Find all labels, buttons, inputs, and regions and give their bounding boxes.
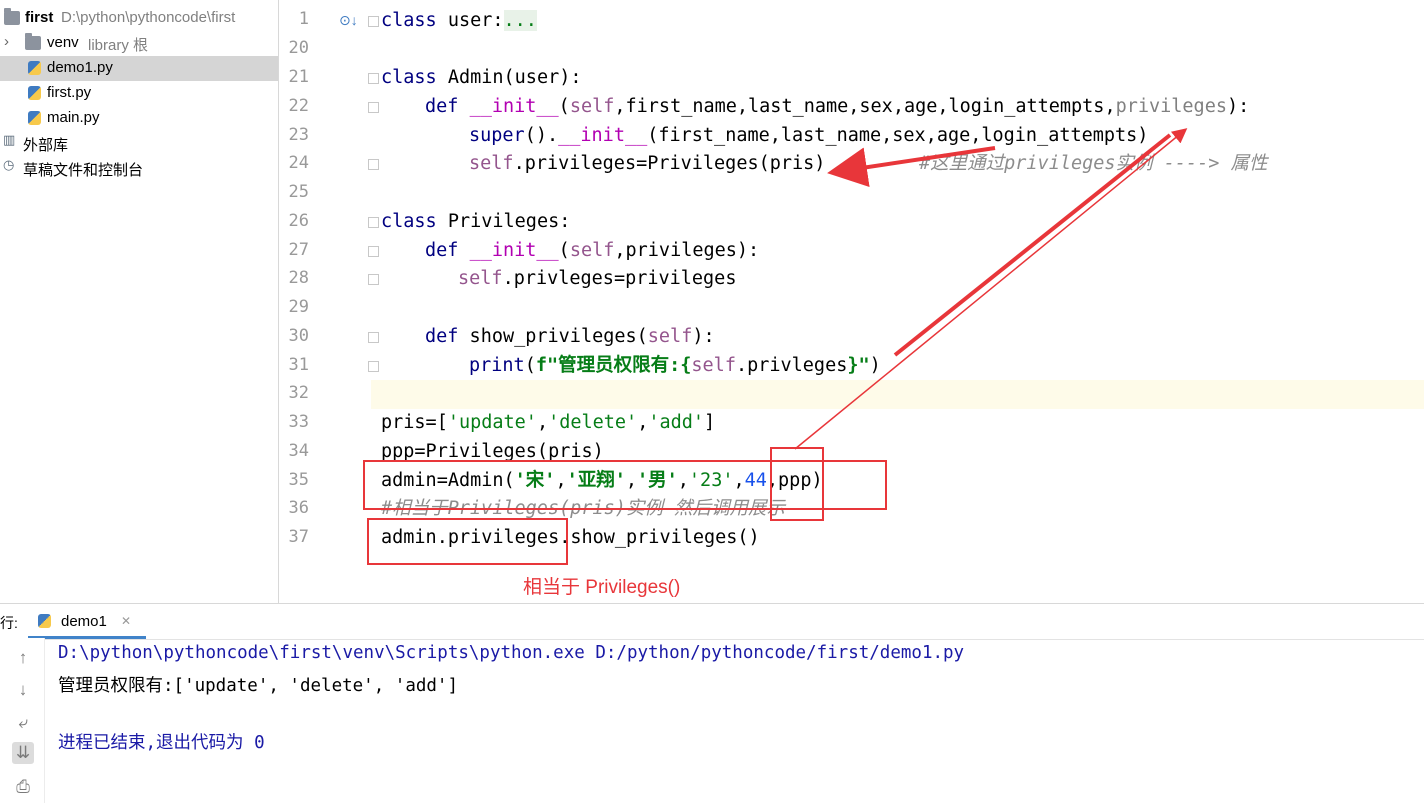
- tree-item-venv[interactable]: › venv library 根: [0, 31, 278, 56]
- line-number: 1: [298, 9, 309, 29]
- tree-item-main[interactable]: main.py: [0, 106, 278, 131]
- code-editor[interactable]: 1 20 21 22 23 24 25 26 27 28 29 30 31 32…: [279, 0, 1424, 603]
- root-path: D:\python\pythoncode\first: [61, 9, 236, 26]
- line-number: 21: [288, 67, 309, 87]
- line-number-gutter: 1 20 21 22 23 24 25 26 27 28 29 30 31 32…: [279, 0, 379, 603]
- run-toolbar: ↑ ↓ ⤶ ⇊ ⎙: [0, 638, 45, 803]
- line-number: 26: [288, 211, 309, 231]
- fold-toggle-icon[interactable]: [368, 16, 379, 27]
- file-label: first.py: [47, 84, 92, 101]
- annotation-label: 相当于 Privileges(): [523, 577, 681, 598]
- tree-item-demo1[interactable]: demo1.py: [0, 56, 278, 81]
- run-tab-demo1[interactable]: demo1 ✕: [28, 604, 146, 639]
- tree-item-first[interactable]: first.py: [0, 81, 278, 106]
- line-number: 33: [288, 412, 309, 432]
- line-number: 27: [288, 240, 309, 260]
- venv-label: venv: [47, 34, 79, 51]
- tree-item-external-libraries[interactable]: ▥ 外部库: [0, 131, 278, 156]
- root-name: first: [25, 9, 54, 26]
- fold-toggle-icon[interactable]: [368, 217, 379, 228]
- run-label: 行:: [0, 615, 18, 631]
- line-number: 23: [288, 125, 309, 145]
- code-line-23[interactable]: super().__init__(first_name,last_name,se…: [469, 122, 1148, 150]
- file-label: main.py: [47, 109, 100, 126]
- fold-toggle-icon[interactable]: [368, 274, 379, 285]
- python-file-icon: [28, 61, 41, 75]
- up-arrow-icon[interactable]: ↑: [12, 647, 34, 669]
- venv-suffix: library 根: [88, 37, 149, 54]
- current-line-highlight: [371, 380, 1424, 409]
- code-line-27[interactable]: def __init__(self,privileges):: [425, 237, 759, 265]
- line-number: 32: [288, 383, 309, 403]
- run-panel-header: 行: demo1 ✕: [0, 603, 1424, 640]
- folded-code: ...: [503, 10, 537, 31]
- line-number: 36: [288, 498, 309, 518]
- file-label: demo1.py: [47, 59, 113, 76]
- scratches-label: 草稿文件和控制台: [23, 162, 144, 179]
- fold-toggle-icon[interactable]: [368, 73, 379, 84]
- code-line-24[interactable]: self.privileges=Privileges(pris): [469, 150, 825, 178]
- line-number: 22: [288, 96, 309, 116]
- wrap-icon[interactable]: ⤶: [12, 712, 34, 734]
- code-line-30[interactable]: def show_privileges(self):: [425, 323, 715, 351]
- folder-icon: [4, 8, 20, 25]
- annotation-box-admin-privileges: [367, 518, 568, 565]
- down-arrow-icon[interactable]: ↓: [12, 679, 34, 701]
- line-number: 34: [288, 441, 309, 461]
- fold-toggle-icon[interactable]: [368, 361, 379, 372]
- fold-toggle-icon[interactable]: [368, 102, 379, 113]
- override-marker-icon[interactable]: ⊙↓: [339, 12, 358, 29]
- project-panel: first D:\python\pythoncode\first › venv …: [0, 0, 279, 603]
- tree-item-scratches[interactable]: ◷ 草稿文件和控制台: [0, 156, 278, 181]
- line-number: 20: [288, 38, 309, 58]
- fold-toggle-icon[interactable]: [368, 159, 379, 170]
- fold-toggle-icon[interactable]: [368, 332, 379, 343]
- line-number: 29: [288, 297, 309, 317]
- tree-root-first[interactable]: first D:\python\pythoncode\first: [0, 6, 278, 31]
- close-icon[interactable]: ✕: [121, 614, 131, 628]
- chevron-right-icon[interactable]: ›: [4, 33, 9, 50]
- python-file-icon: [28, 111, 41, 125]
- line-number: 35: [288, 470, 309, 490]
- code-line-33[interactable]: pris=['update','delete','add']: [381, 409, 715, 437]
- scroll-end-icon[interactable]: ⇊: [12, 742, 34, 764]
- folder-icon: [25, 33, 41, 50]
- code-line-31[interactable]: print(f"管理员权限有:{self.privleges}"): [469, 352, 881, 380]
- print-icon[interactable]: ⎙: [12, 776, 34, 798]
- console-line-command: D:\python\pythoncode\first\venv\Scripts\…: [58, 643, 965, 663]
- line-number: 24: [288, 153, 309, 173]
- code-line-1[interactable]: class user:...: [381, 7, 537, 35]
- external-libs-label: 外部库: [23, 137, 69, 154]
- library-icon: ▥: [3, 133, 16, 148]
- console-line-output: 管理员权限有:['update', 'delete', 'add']: [58, 676, 459, 696]
- line-number: 28: [288, 268, 309, 288]
- run-tab-label: demo1: [61, 613, 107, 630]
- console-line-exit: 进程已结束,退出代码为 0: [58, 733, 265, 753]
- code-line-26[interactable]: class Privileges:: [381, 208, 570, 236]
- fold-toggle-icon[interactable]: [368, 246, 379, 257]
- scratch-icon: ◷: [3, 158, 15, 173]
- line-number: 37: [288, 527, 309, 547]
- python-file-icon: [38, 614, 51, 628]
- code-line-21[interactable]: class Admin(user):: [381, 64, 582, 92]
- code-line-22[interactable]: def __init__(self,first_name,last_name,s…: [425, 93, 1249, 121]
- code-line-28[interactable]: self.privleges=privileges: [458, 265, 736, 293]
- python-file-icon: [28, 86, 41, 100]
- line-number: 25: [288, 182, 309, 202]
- line-number: 31: [288, 355, 309, 375]
- line-number: 30: [288, 326, 309, 346]
- code-comment-24: #这里通过privileges实例 ----> 属性: [919, 153, 1268, 174]
- annotation-box-ppp: [770, 447, 824, 521]
